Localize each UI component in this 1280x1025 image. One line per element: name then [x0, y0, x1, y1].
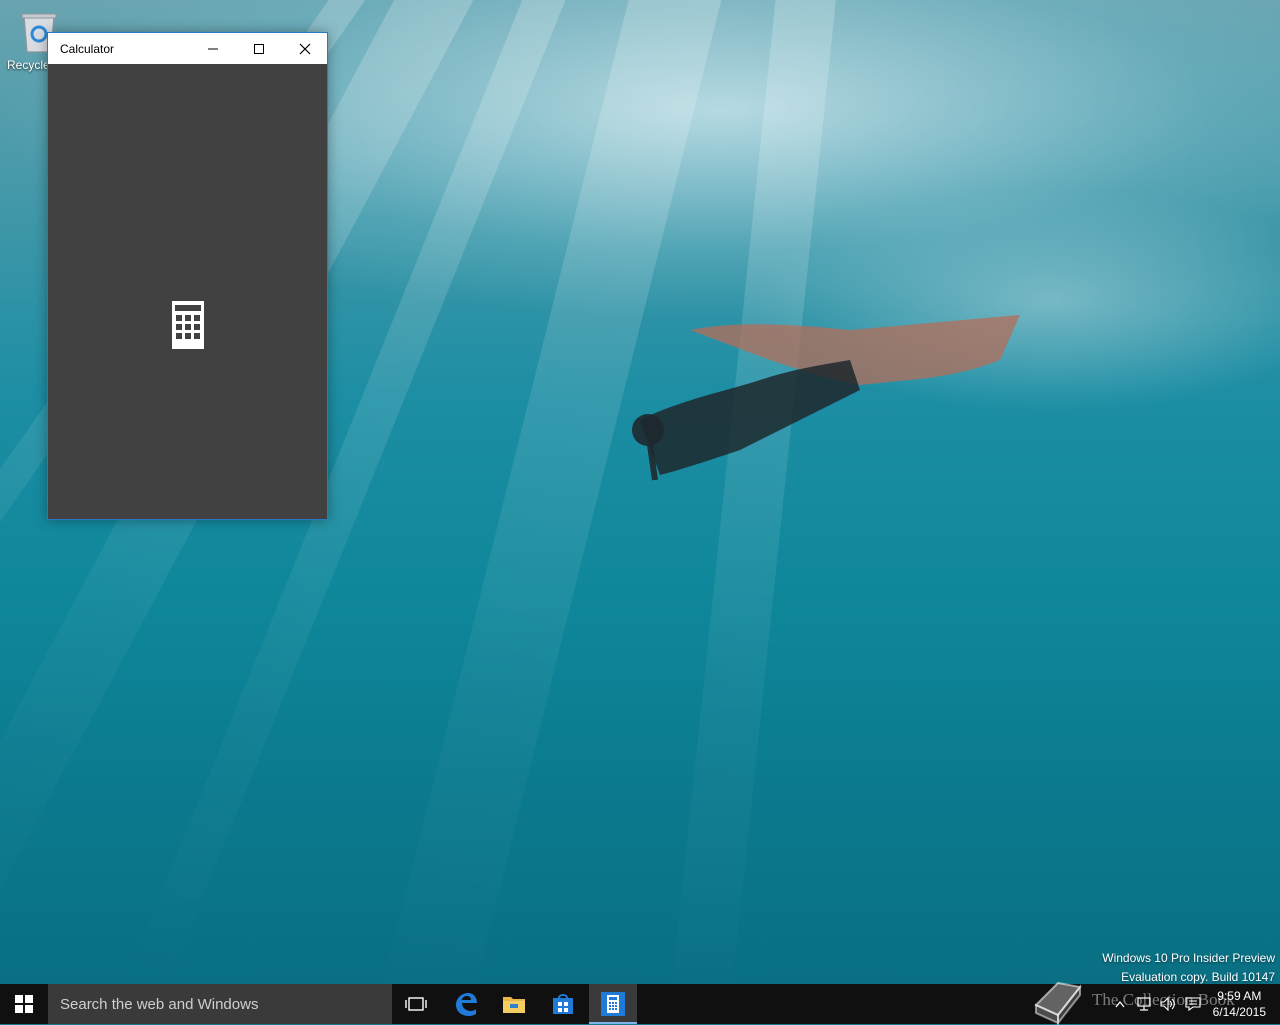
diver-image — [632, 315, 1020, 481]
book-icon — [1034, 981, 1082, 1025]
calculator-icon — [172, 301, 204, 349]
minimize-button[interactable] — [190, 33, 236, 64]
window-content — [48, 64, 327, 519]
maximize-button[interactable] — [236, 33, 282, 64]
maximize-icon — [254, 43, 264, 54]
start-button[interactable] — [0, 984, 48, 1024]
edge-button[interactable] — [442, 984, 490, 1024]
calculator-icon — [601, 992, 625, 1016]
store-button[interactable] — [539, 984, 587, 1024]
close-button[interactable] — [282, 33, 328, 64]
file-explorer-button[interactable] — [490, 984, 538, 1024]
task-view-button[interactable] — [392, 984, 440, 1024]
recycle-bin-label: Recycle — [7, 58, 50, 72]
watermark-line-1: Windows 10 Pro Insider Preview — [1102, 951, 1275, 965]
edge-icon — [456, 993, 477, 1016]
store-icon — [553, 994, 573, 1014]
windows-logo-icon — [15, 995, 33, 1013]
search-box[interactable]: Search the web and Windows — [48, 984, 392, 1024]
file-explorer-icon — [503, 997, 525, 1013]
watermark-logo: The Collection Book — [1030, 975, 1270, 1025]
watermark-logo-text: The Collection Book — [1092, 990, 1235, 1009]
minimize-icon — [208, 48, 218, 49]
search-placeholder: Search the web and Windows — [60, 996, 259, 1013]
calculator-window[interactable]: Calculator — [47, 32, 328, 520]
window-title: Calculator — [60, 42, 115, 56]
task-view-icon — [405, 997, 427, 1011]
title-bar[interactable]: Calculator — [48, 33, 327, 64]
close-icon — [299, 43, 311, 54]
calculator-taskbar-button[interactable] — [589, 984, 637, 1024]
